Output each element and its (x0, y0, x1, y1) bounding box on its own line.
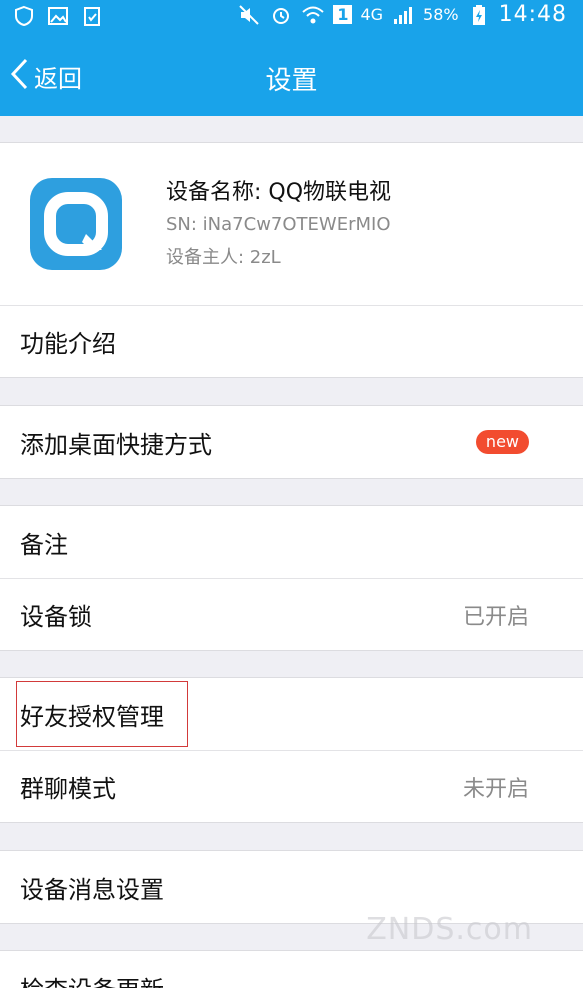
update-section: 检查设备更新 (0, 950, 583, 988)
menu-item-label: 备注 (20, 530, 68, 559)
menu-item-label: 群聊模式 (20, 775, 116, 803)
status-right-icons: 1 4G 58% 14:48 (237, 2, 567, 27)
menu-item-add-shortcut[interactable]: 添加桌面快捷方式 new (0, 406, 583, 478)
menu-item-label: 功能介绍 (20, 330, 116, 358)
status-bar: 1 4G 58% 14:48 (0, 0, 583, 36)
highlight-annotation (16, 681, 188, 747)
menu-item-label: 设备锁 (20, 603, 92, 631)
battery-charging-icon (467, 3, 491, 27)
status-left-icons (12, 4, 104, 28)
wifi-icon (301, 3, 325, 27)
menu-item-check-update[interactable]: 检查设备更新 (0, 951, 583, 988)
menu-item-label: 设备消息设置 (20, 875, 164, 904)
settings-screen: 1 4G 58% 14:48 返回 设置 设备名称: QQ物联电视 SN: iN… (0, 0, 583, 988)
signal-icon (391, 3, 415, 27)
device-section: 设备名称: QQ物联电视 SN: iNa7Cw7OTEWErMIO 设备主人: … (0, 142, 583, 378)
device-lock-status: 已开启 (462, 604, 529, 630)
security-section: 备注 设备锁 已开启 (0, 505, 583, 651)
device-info: 设备名称: QQ物联电视 SN: iNa7Cw7OTEWErMIO 设备主人: … (166, 174, 391, 269)
mute-icon (237, 3, 261, 27)
shield-icon (12, 4, 36, 28)
menu-item-remark[interactable]: 备注 (0, 506, 583, 578)
network-type-label: 4G (360, 5, 384, 24)
clock-time: 14:48 (498, 2, 567, 27)
menu-item-label: 检查设备更新 (20, 970, 164, 988)
battery-percent: 58% (423, 5, 459, 24)
shortcut-section: 添加桌面快捷方式 new (0, 405, 583, 479)
alarm-icon (269, 3, 293, 27)
menu-item-function-intro[interactable]: 功能介绍 (0, 305, 583, 377)
device-name: 设备名称: QQ物联电视 (166, 179, 392, 205)
menu-item-group-chat[interactable]: 群聊模式 未开启 (0, 750, 583, 822)
page-title: 设置 (265, 66, 318, 96)
device-owner: 设备主人: 2zL (166, 246, 281, 268)
group-chat-status: 未开启 (462, 776, 529, 802)
device-card[interactable]: 设备名称: QQ物联电视 SN: iNa7Cw7OTEWErMIO 设备主人: … (0, 143, 583, 305)
new-badge: new (475, 430, 529, 454)
navigation-bar: 返回 设置 (0, 36, 583, 116)
watermark: ZNDS.com (366, 912, 533, 947)
sim-slot-label: 1 (333, 5, 353, 24)
device-sn: SN: iNa7Cw7OTEWErMIO (166, 213, 391, 235)
menu-item-label: 添加桌面快捷方式 (20, 430, 212, 459)
image-icon (46, 4, 70, 28)
clipboard-icon (80, 4, 104, 28)
menu-item-device-lock[interactable]: 设备锁 已开启 (0, 578, 583, 650)
qq-iot-logo-icon (30, 178, 122, 270)
